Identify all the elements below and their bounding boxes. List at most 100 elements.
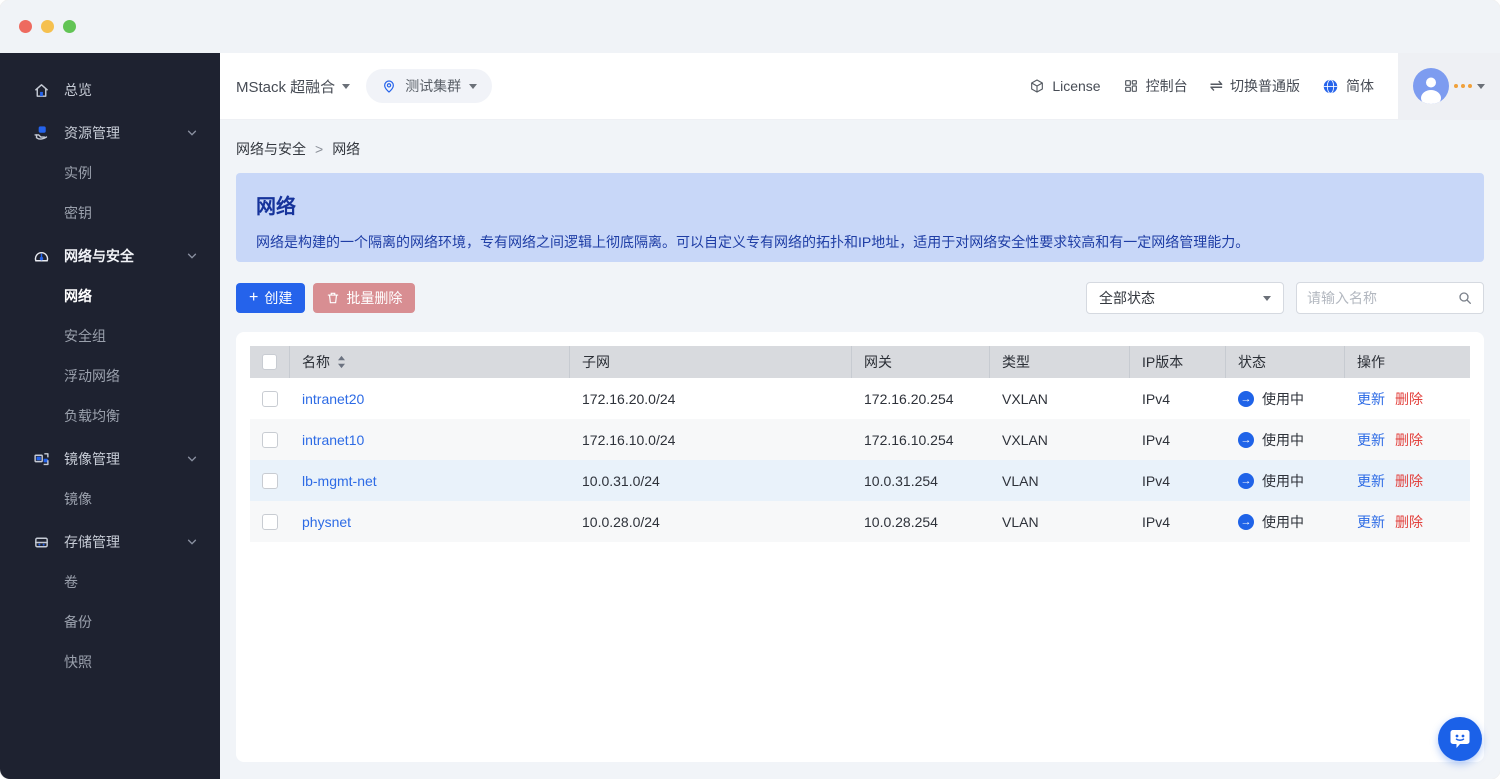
search-box (1296, 282, 1484, 314)
resource-icon (32, 125, 50, 142)
sidebar-item-snapshots[interactable]: 快照 (0, 642, 220, 682)
maximize-button[interactable] (63, 20, 76, 33)
status-arrow-icon: → (1238, 390, 1254, 407)
batch-delete-button[interactable]: 批量删除 (313, 283, 416, 313)
sidebar-item-label: 资源管理 (64, 125, 120, 141)
sidebar: 总览 资源管理 实例 密钥 网络与安全 网络 安全组 浮动网络 负载均衡 镜像管… (0, 53, 220, 779)
sidebar-item-image-mgmt[interactable]: 镜像管理 (0, 439, 220, 479)
delete-link[interactable]: 删除 (1395, 471, 1423, 491)
status-badge: 使用中 (1262, 390, 1304, 407)
swap-arrows-icon: ⇌ (1209, 78, 1223, 95)
chevron-down-icon (1263, 295, 1271, 301)
sort-icon[interactable] (337, 355, 346, 369)
license-label: License (1052, 78, 1101, 94)
cube-icon (1029, 78, 1045, 94)
cluster-selector[interactable]: 测试集群 (366, 69, 493, 103)
support-chat-button[interactable] (1438, 717, 1482, 761)
delete-link[interactable]: 删除 (1395, 389, 1423, 409)
grid-icon (1123, 78, 1139, 94)
table-header: 名称 子网 网关 类型 IP版本 状态 操作 (250, 346, 1470, 378)
sidebar-item-resource-mgmt[interactable]: 资源管理 (0, 113, 220, 153)
row-checkbox[interactable] (262, 513, 278, 530)
status-badge: 使用中 (1262, 431, 1304, 448)
status-arrow-icon: → (1238, 472, 1254, 489)
user-menu[interactable] (1398, 53, 1500, 119)
update-link[interactable]: 更新 (1357, 430, 1385, 450)
ip-version-value: IPv4 (1142, 513, 1171, 530)
sidebar-item-backups[interactable]: 备份 (0, 602, 220, 642)
column-header-status: 状态 (1238, 354, 1266, 370)
breadcrumb-separator: > (315, 141, 324, 157)
column-header-operations: 操作 (1357, 354, 1385, 370)
search-input[interactable] (1307, 290, 1457, 306)
switch-edition-button[interactable]: ⇌ 切换普通版 (1210, 76, 1300, 96)
chevron-down-icon (469, 83, 478, 89)
close-button[interactable] (19, 20, 32, 33)
sidebar-item-label: 镜像 (64, 491, 92, 507)
content-area: 网络与安全 > 网络 网络 网络是构建的一个隔离的网络环境，专有网络之间逻辑上彻… (220, 120, 1500, 779)
brand-selector[interactable]: MStack 超融合 (236, 76, 351, 97)
sidebar-item-keys[interactable]: 密钥 (0, 193, 220, 233)
update-link[interactable]: 更新 (1357, 471, 1385, 491)
network-name-link[interactable]: intranet20 (302, 391, 364, 407)
network-name-link[interactable]: lb-mgmt-net (302, 473, 377, 489)
storage-icon (32, 534, 50, 551)
brand-label: MStack 超融合 (236, 78, 336, 96)
sidebar-item-instances[interactable]: 实例 (0, 153, 220, 193)
sidebar-item-label: 总览 (64, 82, 92, 98)
chevron-down-icon (186, 250, 198, 262)
breadcrumb-parent[interactable]: 网络与安全 (236, 139, 306, 159)
update-link[interactable]: 更新 (1357, 389, 1385, 409)
row-checkbox[interactable] (262, 390, 278, 407)
home-icon (32, 82, 50, 99)
row-checkbox[interactable] (262, 472, 278, 489)
ellipsis-icon (1454, 84, 1472, 88)
page-description: 网络是构建的一个隔离的网络环境，专有网络之间逻辑上彻底隔离。可以自定义专有网络的… (256, 234, 1250, 250)
sidebar-item-load-balancer[interactable]: 负载均衡 (0, 396, 220, 436)
sidebar-item-networks[interactable]: 网络 (0, 276, 220, 316)
language-button[interactable]: 简体 (1322, 76, 1374, 96)
sidebar-item-label: 备份 (64, 614, 92, 630)
sidebar-item-floating-networks[interactable]: 浮动网络 (0, 356, 220, 396)
sidebar-item-label: 负载均衡 (64, 408, 120, 424)
sidebar-item-label: 实例 (64, 165, 92, 181)
delete-link[interactable]: 删除 (1395, 512, 1423, 532)
sidebar-item-volumes[interactable]: 卷 (0, 562, 220, 602)
delete-link[interactable]: 删除 (1395, 430, 1423, 450)
minimize-button[interactable] (41, 20, 54, 33)
sidebar-item-overview[interactable]: 总览 (0, 70, 220, 110)
status-filter-select[interactable]: 全部状态 (1086, 282, 1284, 314)
chevron-down-icon (342, 83, 351, 89)
titlebar (0, 0, 1500, 53)
gateway-value: 172.16.10.254 (864, 431, 954, 448)
sidebar-item-label: 网络 (64, 288, 92, 304)
sidebar-item-storage-mgmt[interactable]: 存储管理 (0, 522, 220, 562)
table-row: lb-mgmt-net 10.0.31.0/24 10.0.31.254 VLA… (250, 460, 1470, 501)
chevron-down-icon (186, 536, 198, 548)
sidebar-item-network-security[interactable]: 网络与安全 (0, 236, 220, 276)
type-value: VLAN (1002, 472, 1039, 489)
status-filter-value: 全部状态 (1099, 290, 1155, 306)
gauge-icon (32, 248, 50, 265)
network-name-link[interactable]: intranet10 (302, 432, 364, 448)
update-link[interactable]: 更新 (1357, 512, 1385, 532)
column-header-name[interactable]: 名称 (302, 352, 330, 372)
column-header-type: 类型 (1002, 354, 1030, 370)
sidebar-item-label: 快照 (64, 654, 92, 670)
type-value: VXLAN (1002, 431, 1048, 448)
console-button[interactable]: 控制台 (1123, 76, 1188, 96)
create-button[interactable]: + 创建 (236, 283, 306, 313)
license-button[interactable]: License (1029, 78, 1101, 94)
subnet-value: 10.0.31.0/24 (582, 472, 660, 489)
network-name-link[interactable]: physnet (302, 514, 351, 530)
image-icon (32, 451, 50, 468)
sidebar-item-security-groups[interactable]: 安全组 (0, 316, 220, 356)
column-header-gateway: 网关 (864, 354, 892, 370)
sidebar-item-images[interactable]: 镜像 (0, 479, 220, 519)
search-icon[interactable] (1457, 290, 1473, 306)
select-all-checkbox[interactable] (262, 354, 277, 370)
gateway-value: 172.16.20.254 (864, 390, 954, 407)
table-row: physnet 10.0.28.0/24 10.0.28.254 VLAN IP… (250, 501, 1470, 542)
row-checkbox[interactable] (262, 431, 278, 448)
console-label: 控制台 (1145, 78, 1188, 94)
